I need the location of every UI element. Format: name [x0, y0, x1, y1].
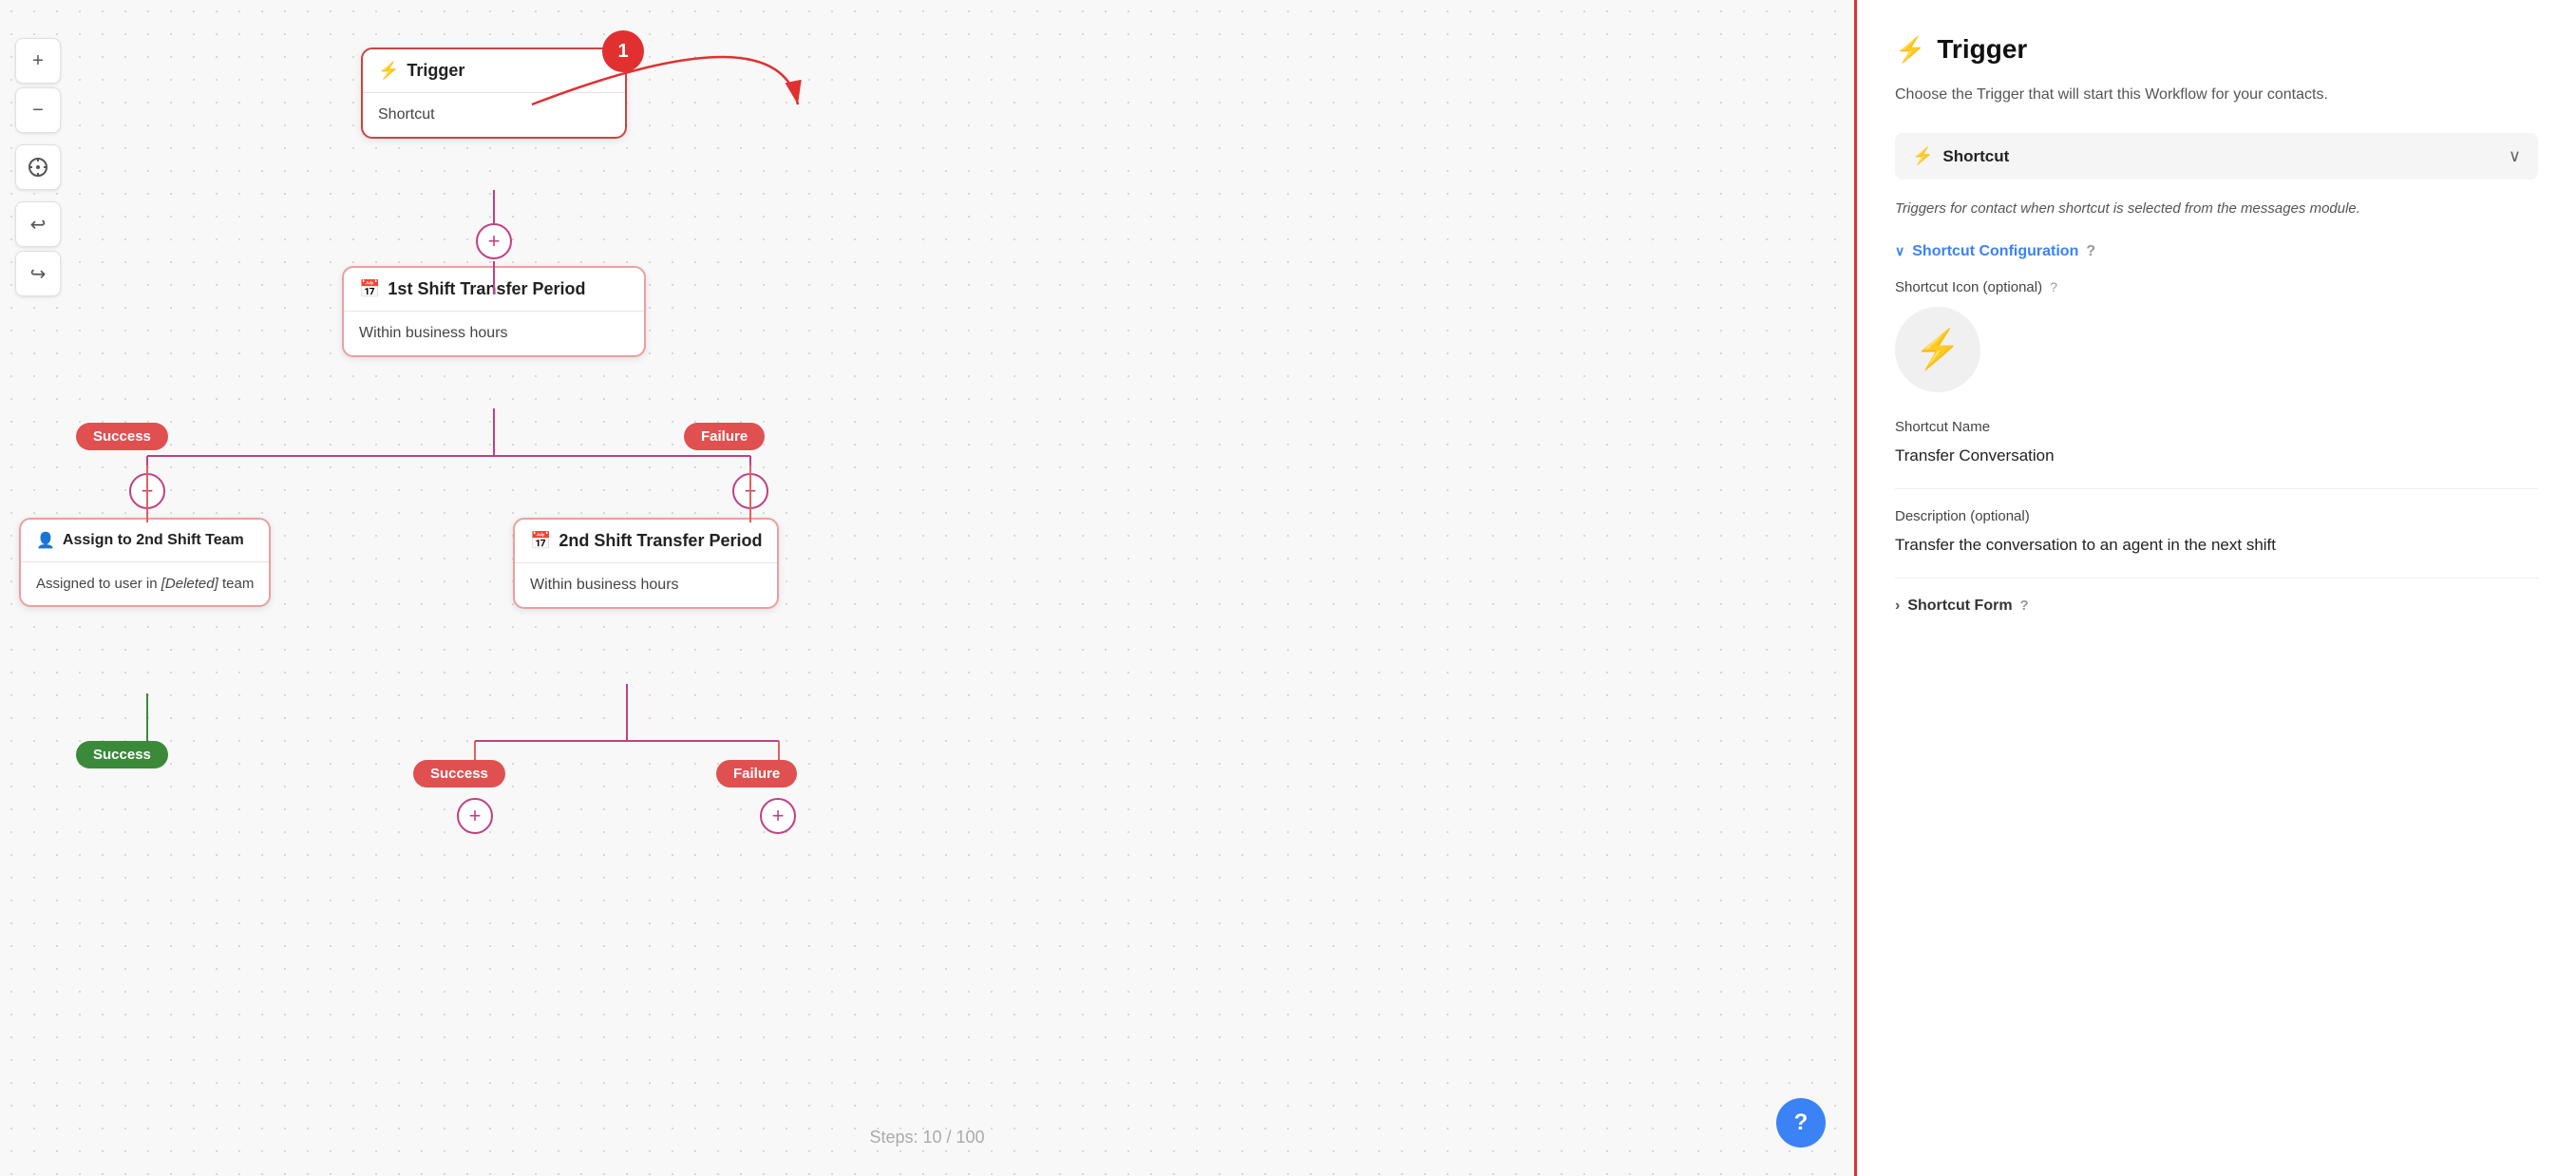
add-button-1[interactable]: + — [476, 223, 512, 259]
workflow-canvas: + − ↩ ↪ — [0, 0, 1854, 1176]
failure-badge-2: Failure — [716, 760, 797, 787]
shortcut-name-label: Shortcut Name — [1895, 419, 2538, 435]
step-badge: 1 — [602, 30, 644, 72]
divider-2 — [1895, 578, 2538, 579]
success-badge-green: Success — [76, 741, 168, 768]
calendar-icon: 📅 — [359, 279, 380, 299]
trigger-node[interactable]: 1 ⚡ Trigger Shortcut — [361, 47, 627, 139]
trigger-icon: ⚡ — [378, 61, 399, 81]
shortcut-config-header[interactable]: ∨ Shortcut Configuration ? — [1895, 243, 2538, 260]
panel-title-icon: ⚡ — [1895, 35, 1925, 65]
help-button[interactable]: ? — [1776, 1098, 1826, 1148]
trigger-node-header: ⚡ Trigger — [363, 49, 625, 93]
add-button-3[interactable]: + — [732, 473, 768, 509]
shortcut-config-help-icon[interactable]: ? — [2086, 243, 2095, 260]
trigger-selector-icon: ⚡ — [1912, 146, 1933, 166]
success-badge-2: Success — [413, 760, 505, 787]
trigger-italic-desc: Triggers for contact when shortcut is se… — [1895, 199, 2538, 220]
center-button[interactable] — [15, 144, 61, 190]
assign-node-header: 👤 Assign to 2nd Shift Team — [21, 520, 269, 562]
shortcut-form-chevron-icon: › — [1895, 597, 1900, 615]
description-value: Transfer the conversation to an agent in… — [1895, 536, 2538, 555]
shortcut-name-section: Shortcut Name Transfer Conversation — [1895, 419, 2538, 465]
shortcut-name-value: Transfer Conversation — [1895, 446, 2538, 465]
shortcut-icon-preview[interactable]: ⚡ — [1895, 307, 1980, 392]
trigger-selector[interactable]: ⚡ Shortcut ∨ — [1895, 133, 2538, 180]
toolbar: + − ↩ ↪ — [15, 38, 61, 296]
divider-1 — [1895, 488, 2538, 489]
shift1-node[interactable]: 📅 1st Shift Transfer Period Within busin… — [342, 266, 646, 357]
assign-node-body: Assigned to user in [Deleted] team — [21, 562, 269, 605]
workflow-connections — [0, 0, 1854, 1176]
shortcut-icon-label: Shortcut Icon (optional) ? — [1895, 279, 2538, 295]
shift2-node-body: Within business hours — [515, 563, 777, 607]
success-badge-1: Success — [76, 423, 168, 450]
failure-badge-1: Failure — [684, 423, 765, 450]
zoom-out-button[interactable]: − — [15, 87, 61, 133]
shift2-node[interactable]: 📅 2nd Shift Transfer Period Within busin… — [513, 518, 779, 609]
redo-button[interactable]: ↪ — [15, 251, 61, 296]
assign-node[interactable]: 👤 Assign to 2nd Shift Team Assigned to u… — [19, 518, 271, 607]
shortcut-icon-help-icon[interactable]: ? — [2050, 279, 2057, 294]
trigger-selector-chevron: ∨ — [2509, 146, 2521, 166]
shortcut-form-header[interactable]: › Shortcut Form ? — [1895, 597, 2538, 615]
undo-button[interactable]: ↩ — [15, 201, 61, 247]
panel-description: Choose the Trigger that will start this … — [1895, 84, 2538, 106]
shortcut-form-help-icon[interactable]: ? — [2020, 597, 2029, 614]
shift1-node-header: 📅 1st Shift Transfer Period — [344, 268, 644, 312]
section-chevron-icon: ∨ — [1895, 243, 1904, 259]
shift2-node-header: 📅 2nd Shift Transfer Period — [515, 520, 777, 563]
assign-icon: 👤 — [36, 531, 55, 550]
add-button-2[interactable]: + — [129, 473, 165, 509]
steps-counter: Steps: 10 / 100 — [869, 1128, 984, 1148]
panel-title: ⚡ Trigger — [1895, 34, 2538, 65]
right-panel: ⚡ Trigger Choose the Trigger that will s… — [1854, 0, 2576, 1176]
zoom-in-button[interactable]: + — [15, 38, 61, 84]
calendar2-icon: 📅 — [530, 531, 551, 551]
description-label: Description (optional) — [1895, 508, 2538, 524]
trigger-selector-left: ⚡ Shortcut — [1912, 146, 2009, 166]
description-section: Description (optional) Transfer the conv… — [1895, 508, 2538, 555]
shift1-node-body: Within business hours — [344, 312, 644, 355]
add-button-5[interactable]: + — [760, 798, 796, 834]
add-button-4[interactable]: + — [457, 798, 493, 834]
trigger-node-body: Shortcut — [363, 93, 625, 137]
